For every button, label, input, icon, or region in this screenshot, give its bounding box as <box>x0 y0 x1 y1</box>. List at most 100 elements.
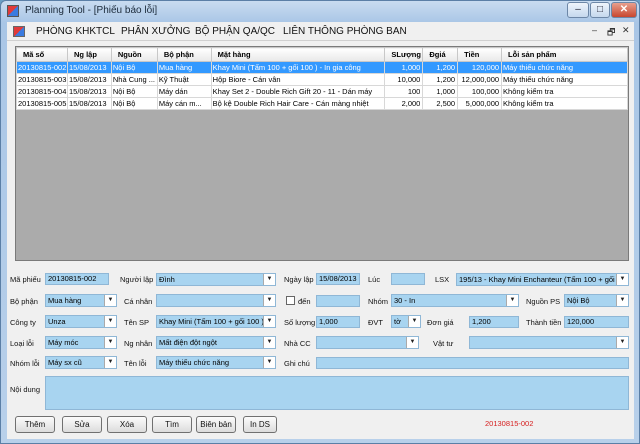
column-header[interactable]: Lỗi sản phẩm <box>501 47 628 62</box>
ngay-lap-field[interactable]: 15/08/2013 <box>316 273 360 285</box>
vat-tu-dropdown[interactable] <box>469 336 629 349</box>
maximize-button[interactable]: □ <box>590 2 610 18</box>
dvt-label: ĐVT <box>368 318 383 327</box>
title-bar: Planning Tool - [Phiếu báo lỗi] – □ ✕ <box>1 1 639 21</box>
table-cell: Nội Bộ <box>110 61 158 74</box>
table-cell: 20130815-004 <box>16 85 68 98</box>
table-cell: 120,000 <box>457 61 503 74</box>
thanh-tien-field[interactable]: 120,000 <box>564 316 629 328</box>
app-icon <box>7 5 19 17</box>
table-cell: Nội Bộ <box>110 97 158 110</box>
thanh-tien-label: Thành tiền <box>526 318 562 327</box>
table-row[interactable]: 20130815-005 15/08/2013 Nội Bộ Máy cán m...… <box>16 97 628 110</box>
bo-phan-dropdown[interactable]: Mua hàng <box>45 294 117 307</box>
mdi-restore-icon[interactable]: 🗗 <box>607 25 615 41</box>
table-cell: Nhà Cung ... <box>110 73 158 86</box>
nha-cc-label: Nhà CC <box>284 339 311 348</box>
column-header[interactable]: Đgiá <box>422 47 459 62</box>
them-button[interactable]: Thêm <box>15 416 55 433</box>
mdi-child-icon[interactable] <box>13 26 25 37</box>
column-header[interactable]: Mặt hàng <box>210 47 386 62</box>
table-cell: 1,000 <box>422 85 459 98</box>
main-window: Planning Tool - [Phiếu báo lỗi] – □ ✕ PH… <box>0 0 640 444</box>
cong-ty-dropdown[interactable]: Unza <box>45 315 117 328</box>
ngay-lap-label: Ngày lập <box>284 275 314 284</box>
den-label: đến <box>298 297 311 306</box>
ghi-chu-field[interactable] <box>316 357 629 369</box>
ng-nhan-dropdown[interactable]: Mất điện đột ngột <box>156 336 276 349</box>
table-cell: Khay Set 2 - Double Rich Gift 20 - 11 - … <box>210 85 386 98</box>
nguoi-lap-dropdown[interactable]: Đình <box>156 273 276 286</box>
table-cell: Kỹ Thuật <box>156 73 212 86</box>
column-header[interactable]: Bộ phận <box>156 47 212 62</box>
lsx-dropdown[interactable]: 195/13 - Khay Mini Enchanteur (Tấm 100 +… <box>456 273 629 286</box>
ma-phieu-field[interactable]: 20130815-002 <box>45 273 109 285</box>
close-button[interactable]: ✕ <box>611 2 637 18</box>
ten-sp-dropdown[interactable]: Khay Mini (Tấm 100 + gối 100 ) <box>156 315 276 328</box>
ten-sp-label: Tên SP <box>124 318 150 327</box>
table-cell: Máy thiếu chức năng <box>501 61 628 74</box>
table-cell: 1,200 <box>422 73 459 86</box>
so-luong-field[interactable]: 1,000 <box>316 316 360 328</box>
table-cell: Không kiểm tra <box>501 97 628 110</box>
don-gia-field[interactable]: 1,200 <box>469 316 519 328</box>
loai-loi-dropdown[interactable]: Máy móc <box>45 336 117 349</box>
table-row[interactable]: 20130815-003 15/08/2013 Nhà Cung ... Kỹ Thu… <box>16 73 628 86</box>
table-cell: Máy thiếu chức năng <box>501 73 628 86</box>
window-title: Planning Tool - [Phiếu báo lỗi] <box>25 5 158 16</box>
menu-bo-phan-qaqc[interactable]: BỘ PHẬN QA/QC <box>195 26 275 37</box>
minimize-button[interactable]: – <box>567 2 589 18</box>
mdi-close-icon[interactable]: ✕ <box>622 25 630 36</box>
luc-field[interactable] <box>391 273 425 285</box>
nhom-loi-label: Nhóm lỗi <box>10 359 40 368</box>
table-cell: 20130815-002 <box>16 61 68 74</box>
bien-ban-button[interactable]: Biên bản <box>196 416 236 433</box>
ten-loi-dropdown[interactable]: Máy thiếu chức năng <box>156 356 276 369</box>
dvt-dropdown[interactable]: tờ <box>391 315 421 328</box>
table-cell: 2,000 <box>384 97 424 110</box>
ca-nhan-dropdown[interactable] <box>156 294 276 307</box>
xoa-button[interactable]: Xóa <box>107 416 147 433</box>
table-cell: 10,000 <box>384 73 424 86</box>
noi-dung-label: Nội dung <box>10 385 41 394</box>
table-cell: 100 <box>384 85 424 98</box>
nhom-dropdown[interactable]: 30 - In <box>391 294 519 307</box>
in-ds-button[interactable]: In DS <box>243 416 277 433</box>
so-luong-label: Số lượng <box>284 318 316 327</box>
nhom-label: Nhóm <box>368 297 389 306</box>
table-cell: Hộp Biore - Cán vân <box>210 73 386 86</box>
table-row[interactable]: 20130815-004 15/08/2013 Nội Bộ Máy dán Khay … <box>16 85 628 98</box>
column-header[interactable]: Ng lập <box>66 47 112 62</box>
nhom-loi-dropdown[interactable]: Máy sx cũ <box>45 356 117 369</box>
nguon-ps-label: Nguồn PS <box>526 297 561 306</box>
column-header[interactable]: Mã số <box>16 47 68 62</box>
den-checkbox[interactable] <box>286 296 295 305</box>
menu-bar: PHÒNG KHKTCL PHÂN XƯỞNG BỘ PHẬN QA/QC LI… <box>7 22 634 41</box>
den-field[interactable] <box>316 295 360 307</box>
data-grid[interactable]: Mã số Ng lập Nguồn Bộ phận Mặt hàng SLượng Đgi… <box>15 46 629 261</box>
table-cell: 15/08/2013 <box>66 97 112 110</box>
column-header[interactable]: SLượng <box>384 47 424 62</box>
loai-loi-label: Loại lỗi <box>10 339 34 348</box>
sua-button[interactable]: Sửa <box>62 416 102 433</box>
nguoi-lap-label: Người lập <box>120 275 154 284</box>
column-header[interactable]: Nguồn <box>110 47 158 62</box>
table-row[interactable]: 20130815-002 15/08/2013 Nội Bộ Mua hàng Khay… <box>16 61 628 74</box>
table-cell: Bộ kệ Double Rich Hair Care - Cán màng n… <box>210 97 386 110</box>
table-cell: 2,500 <box>422 97 459 110</box>
noi-dung-textarea[interactable] <box>45 376 629 410</box>
nha-cc-dropdown[interactable] <box>316 336 419 349</box>
form-client-area: Mã số Ng lập Nguồn Bộ phận Mặt hàng SLượng Đgi… <box>7 41 634 439</box>
ten-loi-label: Tên lỗi <box>124 359 147 368</box>
column-header[interactable]: Tiền <box>457 47 503 62</box>
nguon-ps-dropdown[interactable]: Nội Bộ <box>564 294 629 307</box>
mdi-minimize-icon[interactable]: – <box>592 25 597 35</box>
vat-tu-label: Vật tư <box>433 339 454 348</box>
tim-button[interactable]: Tìm <box>152 416 192 433</box>
menu-phong-khktcl[interactable]: PHÒNG KHKTCL <box>36 26 115 37</box>
table-cell: 15/08/2013 <box>66 85 112 98</box>
table-cell: 100,000 <box>457 85 503 98</box>
menu-lien-thong-phong-ban[interactable]: LIÊN THÔNG PHÒNG BAN <box>283 26 407 37</box>
cong-ty-label: Công ty <box>10 318 36 327</box>
menu-phan-xuong[interactable]: PHÂN XƯỞNG <box>121 26 190 37</box>
